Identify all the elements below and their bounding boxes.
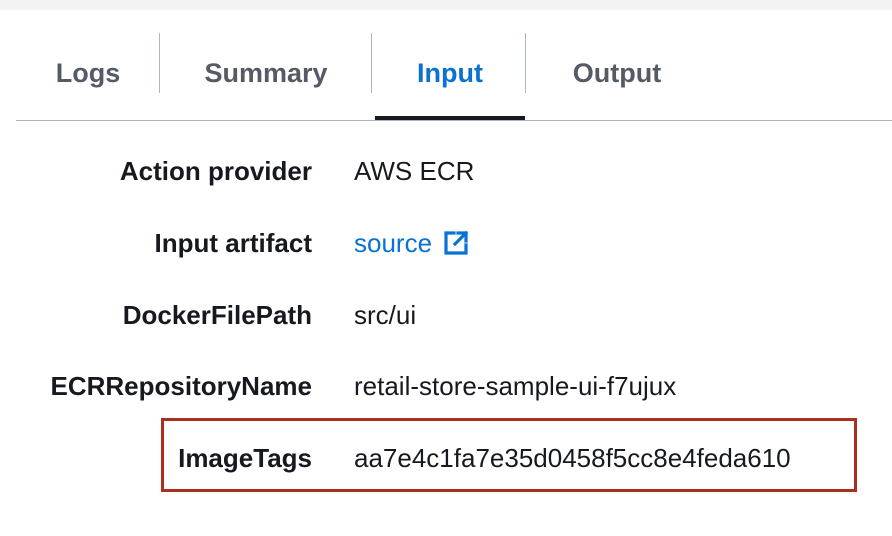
tab-divider (371, 33, 372, 93)
detail-value: aa7e4c1fa7e35d0458f5cc8e4feda610 (354, 443, 791, 473)
detail-row-ecr-repository-name: ECRRepositoryName retail-store-sample-ui… (0, 366, 892, 406)
detail-key: Action provider (119, 156, 312, 186)
detail-value: retail-store-sample-ui-f7ujux (354, 371, 677, 401)
tab-summary[interactable]: Summary (184, 28, 348, 118)
detail-row-action-provider: Action provider AWS ECR (0, 151, 892, 191)
detail-value: src/ui (354, 300, 417, 330)
active-tab-indicator (375, 116, 525, 120)
tab-divider (525, 33, 526, 93)
detail-key: ECRRepositoryName (50, 371, 312, 401)
detail-value: source (354, 223, 470, 263)
detail-key: DockerFilePath (122, 300, 312, 330)
tab-input[interactable]: Input (375, 28, 525, 120)
tab-input-label: Input (417, 57, 483, 88)
detail-key: Input artifact (154, 228, 312, 258)
tab-logs-label: Logs (55, 57, 121, 88)
detail-row-docker-file-path: DockerFilePath src/ui (0, 295, 892, 335)
detail-value: AWS ECR (354, 156, 475, 186)
external-link-icon (444, 230, 469, 255)
detail-row-image-tags: ImageTags aa7e4c1fa7e35d0458f5cc8e4feda6… (0, 438, 892, 478)
detail-key: ImageTags (178, 443, 312, 473)
tab-output-label: Output (572, 57, 662, 88)
tab-logs[interactable]: Logs (36, 28, 140, 118)
tab-divider (159, 33, 160, 93)
tab-output[interactable]: Output (549, 28, 685, 118)
tab-bar: Logs Summary Input Output (16, 28, 892, 121)
detail-row-input-artifact: Input artifact source (0, 223, 892, 263)
tab-summary-label: Summary (204, 57, 328, 88)
top-band (0, 0, 892, 10)
input-artifact-link[interactable]: source (354, 223, 470, 263)
input-artifact-link-label: source (354, 228, 433, 258)
